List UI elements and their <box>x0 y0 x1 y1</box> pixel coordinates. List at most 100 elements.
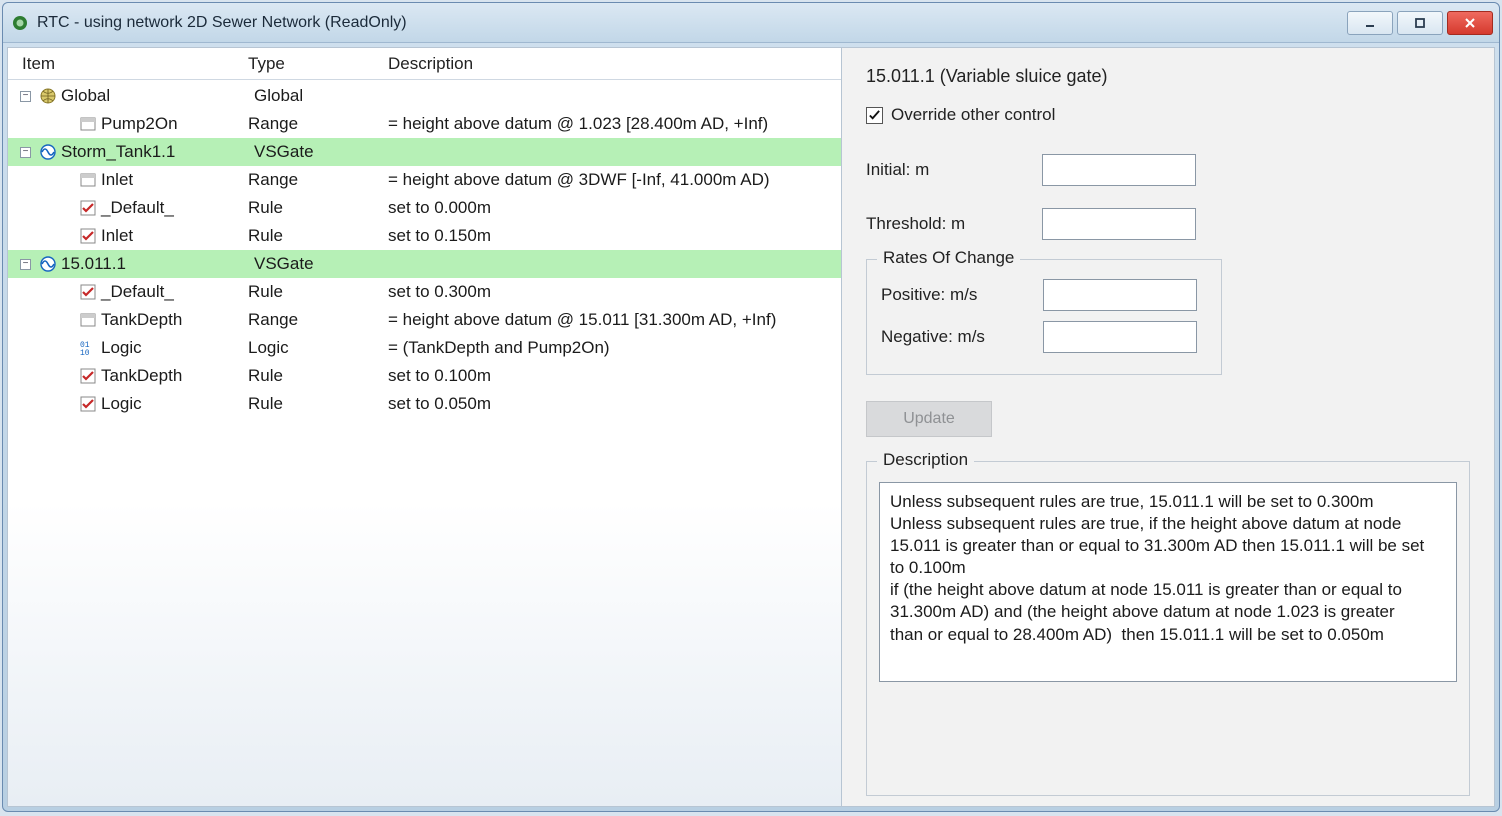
tree-view[interactable]: −GlobalGlobalPump2OnRange= height above … <box>8 80 841 806</box>
threshold-input[interactable] <box>1042 208 1196 240</box>
tree-item-label: Pump2On <box>101 114 178 134</box>
tree-type-cell: Rule <box>248 226 388 246</box>
collapse-icon[interactable]: − <box>20 147 31 158</box>
expander-spacer <box>60 399 71 410</box>
initial-row: Initial: m <box>866 149 1470 191</box>
close-button[interactable] <box>1447 11 1493 35</box>
tree-desc-cell: = height above datum @ 1.023 [28.400m AD… <box>388 114 841 134</box>
tree-item-label: 15.011.1 <box>61 254 126 274</box>
expander-spacer <box>60 119 71 130</box>
tree-row[interactable]: 0110LogicLogic= (TankDepth and Pump2On) <box>8 334 841 362</box>
override-label: Override other control <box>891 105 1055 125</box>
expander-spacer <box>60 315 71 326</box>
column-headers: Item Type Description <box>8 48 841 80</box>
tree-item-cell: TankDepth <box>8 310 248 330</box>
tree-type-cell: Range <box>248 310 388 330</box>
initial-input[interactable] <box>1042 154 1196 186</box>
expander-spacer <box>60 287 71 298</box>
tree-type-cell: Rule <box>248 198 388 218</box>
minimize-button[interactable] <box>1347 11 1393 35</box>
window-title: RTC - using network 2D Sewer Network (Re… <box>37 14 407 32</box>
tree-type-cell: Range <box>248 114 388 134</box>
globe-icon <box>39 87 57 105</box>
tree-row[interactable]: −Storm_Tank1.1VSGate <box>8 138 841 166</box>
tree-row[interactable]: Pump2On Range= height above datum @ 1.023… <box>8 110 841 138</box>
tree-row[interactable]: InletRange= height above datum @ 3DWF [-… <box>8 166 841 194</box>
override-control-row: Override other control <box>866 105 1470 125</box>
rule-icon <box>79 283 97 301</box>
tree-type-cell: VSGate <box>254 142 394 162</box>
tree-row[interactable]: TankDepthRange= height above datum @ 15.… <box>8 306 841 334</box>
content-area: Item Type Description − Global Global Pump2… <box>7 47 1495 807</box>
tree-item-cell: Inlet <box>8 226 248 246</box>
tree-desc-cell: set to 0.050m <box>388 394 841 414</box>
update-button[interactable]: Update <box>866 401 992 437</box>
maximize-button[interactable] <box>1397 11 1443 35</box>
tree-type-cell: Rule <box>248 394 388 414</box>
tree-desc-cell: set to 0.100m <box>388 366 841 386</box>
tree-pane: Item Type Description − Global Global Pump2… <box>8 48 842 806</box>
gate-icon <box>39 143 57 161</box>
app-window: RTC - using network 2D Sewer Network (Re… <box>2 2 1500 812</box>
tree-row[interactable]: − 15.011.1 VSGate <box>8 250 841 278</box>
tree-item-label: _Default_ <box>101 198 174 218</box>
description-group: Description <box>866 461 1470 796</box>
rates-of-change-group: Rates Of Change Positive: m/s Negative: … <box>866 259 1222 375</box>
collapse-icon[interactable]: − <box>20 91 31 102</box>
tree-item-label: _Default_ <box>101 282 174 302</box>
negative-input[interactable] <box>1043 321 1197 353</box>
negative-label: Negative: m/s <box>879 327 1043 347</box>
positive-label: Positive: m/s <box>879 285 1043 305</box>
column-header-item[interactable]: Item <box>8 54 248 74</box>
tree-row[interactable]: InletRuleset to 0.150m <box>8 222 841 250</box>
tree-item-cell: _Default_ <box>8 198 248 218</box>
expander-spacer <box>60 203 71 214</box>
titlebar[interactable]: RTC - using network 2D Sewer Network (Re… <box>3 3 1499 43</box>
description-textarea[interactable] <box>879 482 1457 682</box>
tree-row[interactable]: _Default_Ruleset to 0.000m <box>8 194 841 222</box>
column-header-type[interactable]: Type <box>248 54 388 74</box>
tree-item-cell: − 15.011.1 <box>14 254 254 274</box>
column-header-description[interactable]: Description <box>388 54 841 74</box>
tree-type-cell: VSGate <box>254 254 394 274</box>
tree-type-cell: Rule <box>248 366 388 386</box>
description-legend: Description <box>877 450 974 470</box>
rule-icon <box>79 367 97 385</box>
tree-desc-cell: = height above datum @ 3DWF [-Inf, 41.00… <box>388 170 841 190</box>
positive-input[interactable] <box>1043 279 1197 311</box>
collapse-icon[interactable]: − <box>20 259 31 270</box>
tree-row[interactable]: TankDepthRuleset to 0.100m <box>8 362 841 390</box>
app-icon <box>11 14 29 32</box>
range-icon <box>79 171 97 189</box>
rates-legend: Rates Of Change <box>877 248 1020 268</box>
tree-item-label: Inlet <box>101 226 133 246</box>
range-icon <box>79 311 97 329</box>
expander-spacer <box>60 371 71 382</box>
initial-label: Initial: m <box>866 160 1042 180</box>
rule-icon <box>79 395 97 413</box>
expander-spacer <box>60 175 71 186</box>
tree-item-cell: _Default_ <box>8 282 248 302</box>
tree-row[interactable]: _Default_ Ruleset to 0.300m <box>8 278 841 306</box>
expander-spacer <box>60 231 71 242</box>
expander-spacer <box>60 343 71 354</box>
tree-item-label: Global <box>61 86 110 106</box>
tree-item-cell: TankDepth <box>8 366 248 386</box>
tree-item-label: Logic <box>101 338 142 358</box>
tree-item-cell: 0110Logic <box>8 338 248 358</box>
tree-type-cell: Global <box>254 86 394 106</box>
tree-item-cell: − Global <box>14 86 254 106</box>
tree-row[interactable]: − Global Global <box>8 82 841 110</box>
override-checkbox[interactable] <box>866 107 883 124</box>
svg-text:10: 10 <box>80 349 90 357</box>
logic-icon: 0110 <box>79 339 97 357</box>
tree-desc-cell: set to 0.300m <box>388 282 841 302</box>
tree-desc-cell: = height above datum @ 15.011 [31.300m A… <box>388 310 841 330</box>
tree-type-cell: Logic <box>248 338 388 358</box>
range-icon <box>79 115 97 133</box>
selected-item-title: 15.011.1 (Variable sluice gate) <box>866 66 1470 87</box>
threshold-row: Threshold: m <box>866 203 1470 245</box>
rule-icon <box>79 199 97 217</box>
tree-type-cell: Rule <box>248 282 388 302</box>
tree-row[interactable]: LogicRuleset to 0.050m <box>8 390 841 418</box>
